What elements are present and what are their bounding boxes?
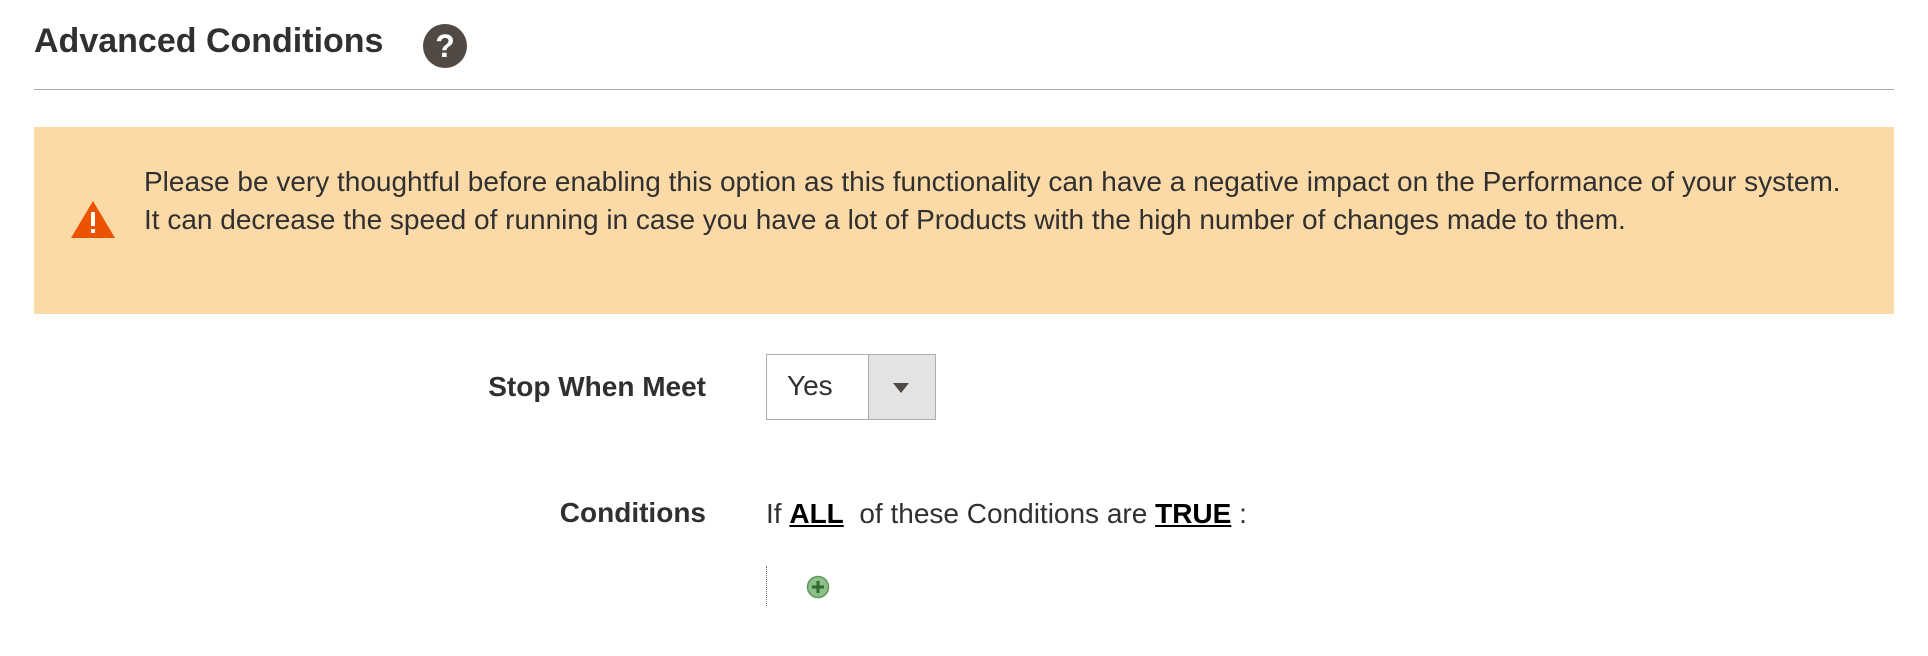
stop-when-meet-value: Yes [787,370,833,401]
conditions-middle-text: of these Conditions are [859,498,1148,529]
help-icon[interactable]: ? [423,24,467,68]
conditions-tree [766,566,767,606]
select-toggle[interactable] [868,355,935,419]
conditions-prefix: If [766,498,782,529]
warning-line-1: Please be very thoughtful before enablin… [144,166,1841,197]
section-title: Advanced Conditions [34,22,384,60]
conditions-statement: If ALL of these Conditions are TRUE : [766,498,1247,530]
warning-message: Please be very thoughtful before enablin… [34,127,1894,314]
aggregator-link[interactable]: ALL [789,498,843,529]
stop-when-meet-label: Stop When Meet [488,371,706,402]
chevron-down-icon [893,383,909,393]
value-link[interactable]: TRUE [1155,498,1231,529]
warning-triangle-icon [71,201,115,238]
conditions-suffix: : [1239,498,1247,529]
warning-line-2: It can decrease the speed of running in … [144,204,1626,235]
conditions-label: Conditions [559,497,706,528]
add-condition-icon[interactable] [806,575,830,599]
warning-text: Please be very thoughtful before enablin… [144,163,1844,239]
stop-when-meet-select[interactable]: Yes [766,354,936,420]
section-header: Advanced Conditions ? [34,14,1894,90]
